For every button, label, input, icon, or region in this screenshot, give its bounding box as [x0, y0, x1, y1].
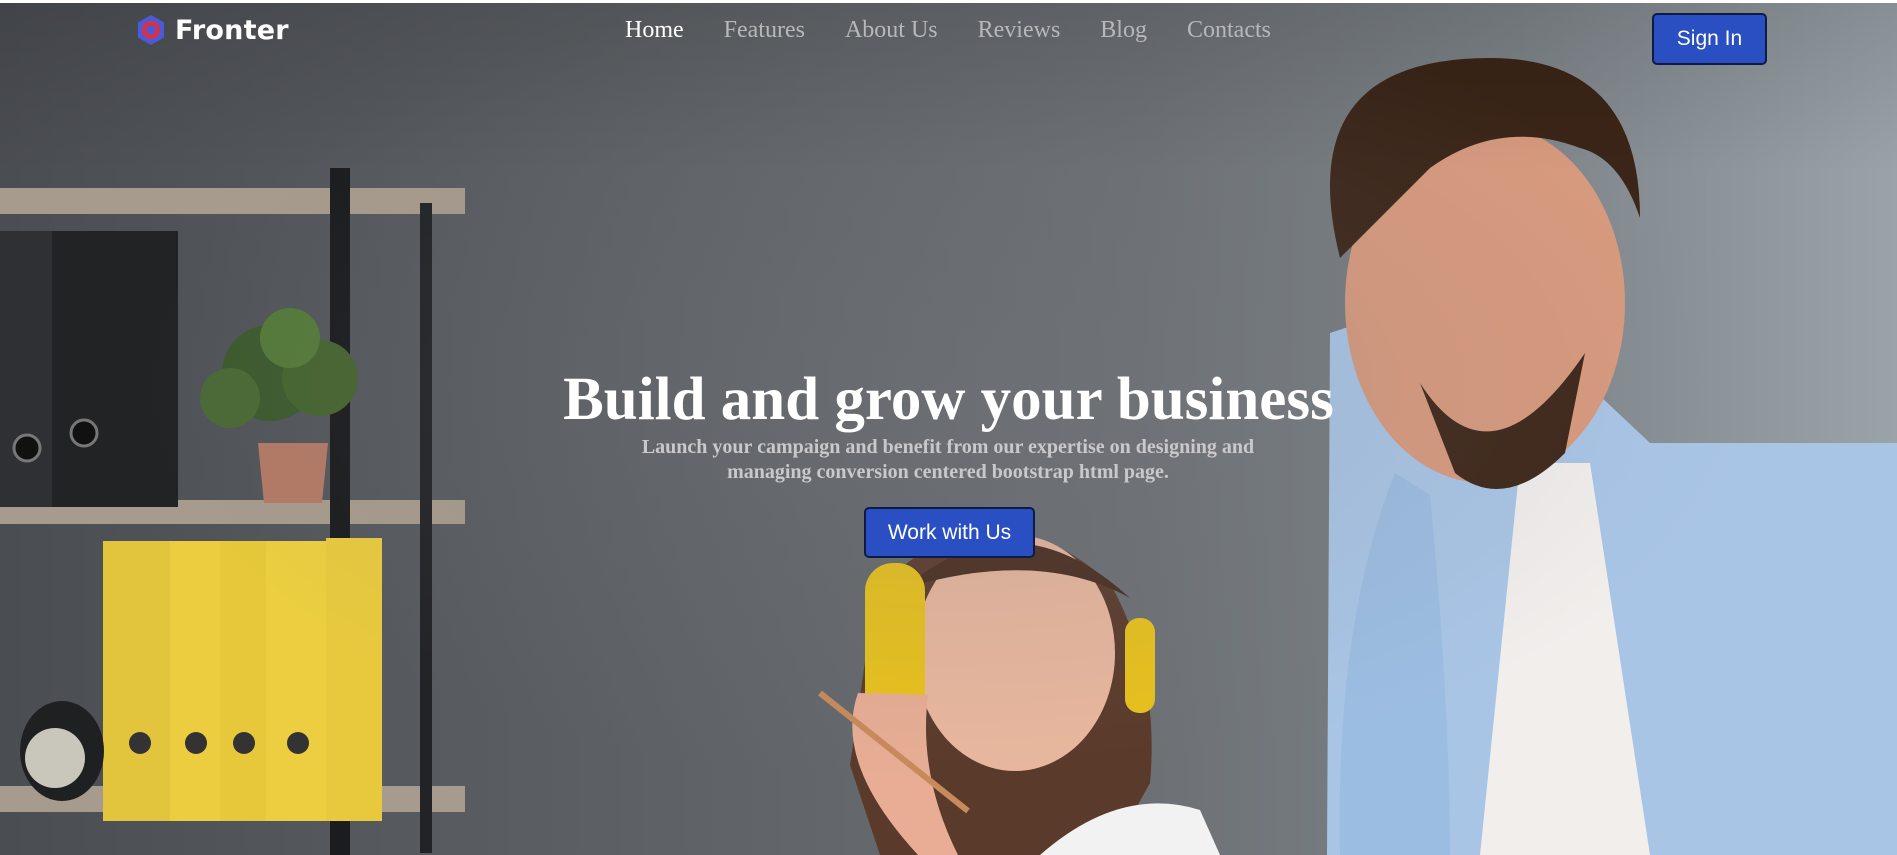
nav-contacts-link[interactable]: Contacts: [1187, 17, 1271, 44]
sign-in-button[interactable]: Sign In: [1652, 13, 1767, 65]
nav-reviews-link[interactable]: Reviews: [978, 17, 1061, 44]
hero-subtitle: Launch your campaign and benefit from ou…: [598, 435, 1298, 485]
nav-blog-link[interactable]: Blog: [1100, 17, 1147, 44]
woman-illustration: [818, 530, 1220, 855]
man-illustration: [1327, 58, 1897, 855]
brand-name: Fronter: [175, 14, 289, 46]
hero-subtitle-line-2: managing conversion centered bootstrap h…: [727, 461, 1169, 483]
work-with-us-button[interactable]: Work with Us: [864, 507, 1035, 558]
hero-subtitle-line-1: Launch your campaign and benefit from ou…: [641, 436, 1255, 458]
nav-home-link[interactable]: Home: [625, 17, 684, 44]
hero-section: Fronter Home Features About Us Reviews B…: [0, 3, 1897, 855]
bookshelf-illustration: [0, 168, 465, 855]
hero-title: Build and grow your business: [563, 366, 1334, 433]
hexagon-ring-logo-icon: [138, 15, 164, 45]
brand-logo[interactable]: Fronter: [135, 14, 289, 46]
nav-features-link[interactable]: Features: [724, 17, 805, 44]
nav-about-link[interactable]: About Us: [845, 17, 938, 44]
main-nav: Home Features About Us Reviews Blog Cont…: [625, 17, 1311, 44]
